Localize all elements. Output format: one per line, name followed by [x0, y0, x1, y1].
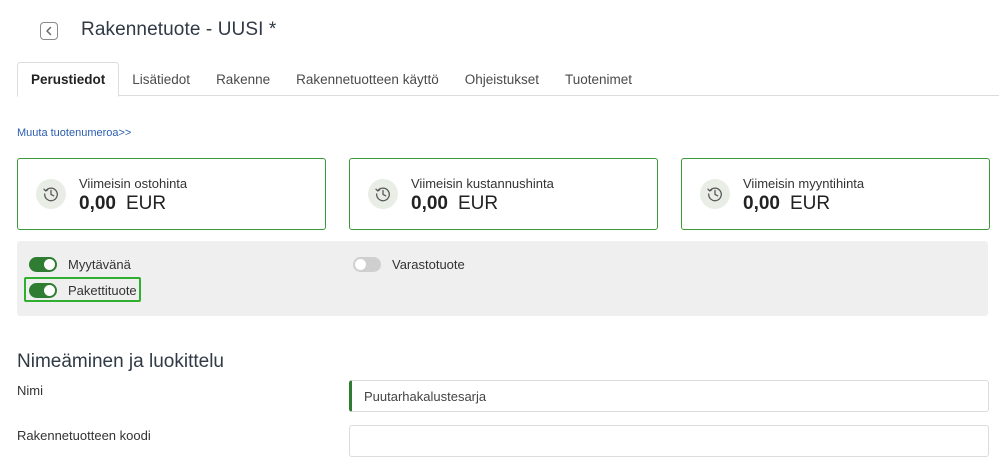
varastotuote-label: Varastotuote [392, 256, 465, 272]
price-label: Viimeisin myyntihinta [743, 176, 865, 191]
tab-ohjeistukset[interactable]: Ohjeistukset [452, 62, 552, 96]
history-clock-icon [36, 179, 66, 209]
tab-rakennetuotteen-kaytto[interactable]: Rakennetuotteen käyttö [283, 62, 452, 96]
varastotuote-switch[interactable] [353, 256, 381, 272]
toggle-varastotuote: Varastotuote [353, 254, 465, 274]
chevron-left-icon [46, 26, 52, 36]
price-currency: EUR [125, 193, 167, 214]
tab-bar: Perustiedot Lisätiedot Rakenne Rakennetu… [17, 62, 999, 97]
section-title: Nimeäminen ja luokittelu [17, 351, 224, 372]
sales-price-card: Viimeisin myyntihinta 0,00 EUR [681, 158, 990, 230]
history-clock-icon [700, 179, 730, 209]
price-amount: 0,00 [79, 193, 116, 214]
price-amount: 0,00 [411, 193, 448, 214]
switch-knob [44, 284, 55, 296]
toggle-pakettituote: Pakettituote [29, 280, 137, 300]
tab-perustiedot[interactable]: Perustiedot [17, 62, 120, 97]
price-currency: EUR [457, 193, 499, 214]
page-header: Rakennetuote - UUSI * [0, 0, 999, 60]
page-title: Rakennetuote - UUSI * [81, 19, 277, 40]
tab-rakenne[interactable]: Rakenne [203, 62, 283, 96]
code-field-label: Rakennetuotteen koodi [17, 428, 151, 443]
product-flags-panel [17, 241, 988, 316]
history-clock-icon [368, 179, 398, 209]
purchase-price-card: Viimeisin ostohinta 0,00 EUR [17, 158, 326, 230]
cost-price-card: Viimeisin kustannushinta 0,00 EUR [349, 158, 658, 230]
myytava-label: Myytävänä [68, 256, 131, 272]
toggle-myytava: Myytävänä [29, 254, 131, 274]
change-product-number-link[interactable]: Muuta tuotenumeroa>> [17, 127, 131, 139]
code-input[interactable] [349, 425, 989, 457]
myytava-switch[interactable] [29, 256, 57, 272]
pakettituote-switch[interactable] [29, 282, 57, 298]
price-value: 0,00 EUR [743, 193, 830, 215]
switch-knob [355, 258, 366, 270]
switch-knob [44, 258, 55, 270]
tab-lisatiedot[interactable]: Lisätiedot [119, 62, 203, 96]
price-label: Viimeisin kustannushinta [411, 176, 554, 191]
pakettituote-label: Pakettituote [68, 282, 137, 298]
name-field-label: Nimi [17, 383, 43, 398]
price-value: 0,00 EUR [411, 193, 498, 215]
tab-tuotenimet[interactable]: Tuotenimet [552, 62, 645, 96]
price-value: 0,00 EUR [79, 193, 166, 215]
name-input[interactable] [349, 380, 989, 412]
back-button[interactable] [40, 22, 58, 40]
price-label: Viimeisin ostohinta [79, 176, 188, 191]
price-amount: 0,00 [743, 193, 780, 214]
price-currency: EUR [789, 193, 831, 214]
